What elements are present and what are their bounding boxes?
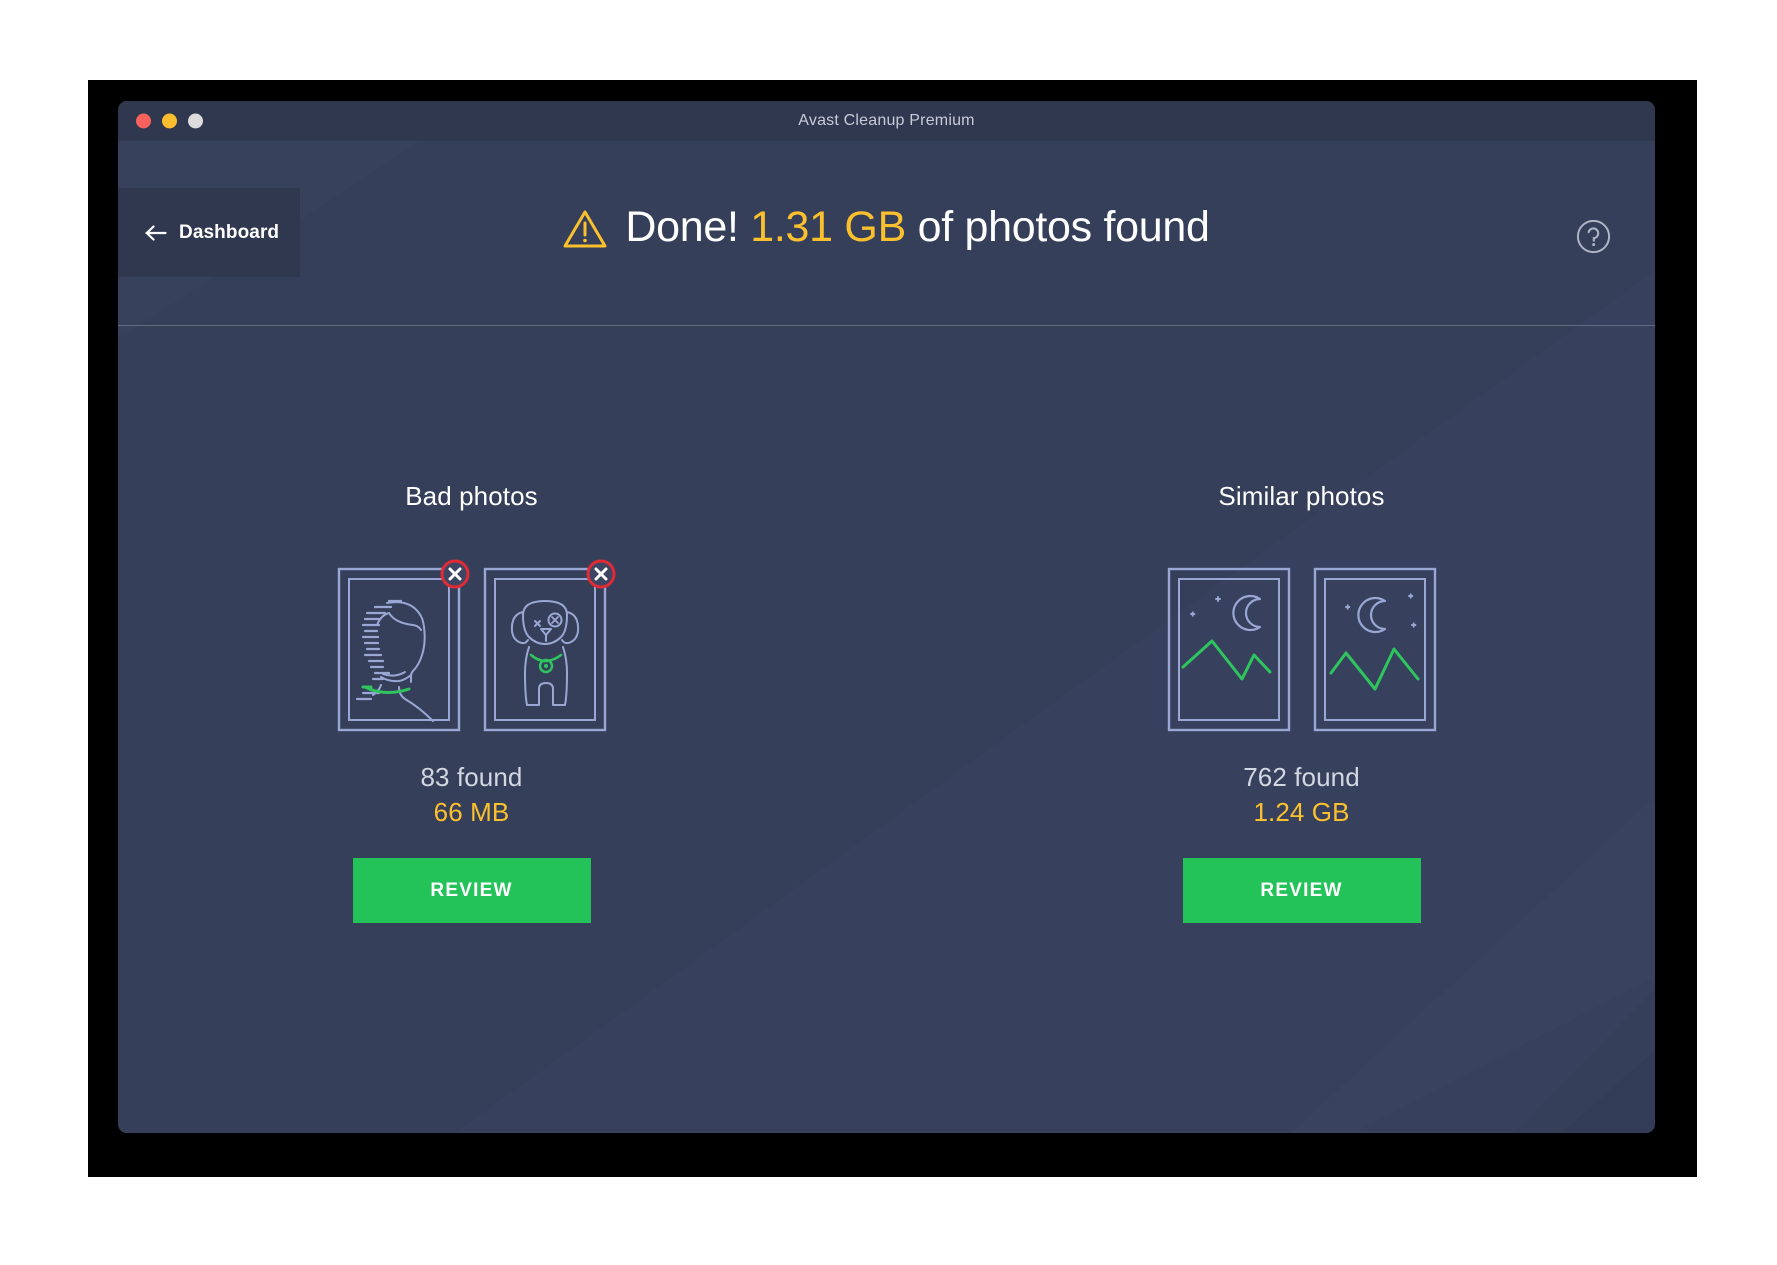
help-button[interactable]	[1576, 219, 1611, 254]
screenshot-root: Avast Cleanup Premium Dashboard Done! 1.…	[0, 0, 1777, 1265]
blurry-dog-photo-icon	[483, 567, 606, 732]
review-bad-photos-button[interactable]: REVIEW	[352, 858, 591, 923]
window-titlebar: Avast Cleanup Premium	[118, 101, 1655, 141]
zoom-window-button[interactable]	[188, 113, 203, 129]
app-window: Avast Cleanup Premium Dashboard Done! 1.…	[118, 101, 1655, 1133]
thumbnail-bad-dog[interactable]	[483, 559, 615, 732]
thumbnail-group	[1167, 567, 1437, 732]
window-title: Avast Cleanup Premium	[798, 112, 975, 129]
found-size: 66 MB	[433, 797, 510, 827]
minimize-window-button[interactable]	[162, 113, 177, 129]
remove-x-badge[interactable]	[440, 559, 470, 589]
app-header: Dashboard Done! 1.31 GB of photos found	[118, 141, 1655, 326]
arrow-left-icon	[145, 224, 167, 241]
page-title-prefix: Done!	[625, 203, 751, 251]
found-count: 83 found	[420, 762, 523, 792]
results-area: Bad photos 83 found 66 MB REVIEW Similar…	[118, 326, 1655, 923]
close-window-button[interactable]	[136, 113, 151, 129]
category-title: Similar photos	[1218, 481, 1385, 511]
page-title-text: Done! 1.31 GB of photos found	[625, 203, 1209, 252]
window-controls[interactable]	[136, 113, 203, 129]
page-title-suffix: of photos found	[905, 203, 1210, 251]
review-similar-photos-button[interactable]: REVIEW	[1182, 858, 1421, 923]
app-body: Dashboard Done! 1.31 GB of photos found	[118, 141, 1655, 1133]
found-size: 1.24 GB	[1253, 797, 1350, 827]
night-landscape-photo-icon	[1167, 567, 1290, 732]
thumbnail-group	[337, 559, 615, 732]
thumbnail-similar-landscape-1[interactable]	[1167, 567, 1291, 732]
page-title: Done! 1.31 GB of photos found	[118, 203, 1655, 252]
page-title-highlight: 1.31 GB	[750, 203, 906, 251]
blurry-portrait-photo-icon	[337, 567, 460, 732]
thumbnail-bad-portrait[interactable]	[337, 559, 469, 732]
category-bad-photos: Bad photos 83 found 66 MB REVIEW	[307, 481, 637, 923]
category-title: Bad photos	[405, 481, 538, 511]
remove-x-badge[interactable]	[586, 559, 616, 589]
warning-triangle-icon	[563, 210, 607, 248]
back-to-dashboard-button[interactable]: Dashboard	[118, 188, 300, 277]
night-landscape-photo-icon	[1313, 567, 1436, 732]
category-similar-photos: Similar photos 762 found 1.24 GB REVIEW	[1137, 481, 1467, 923]
back-to-dashboard-label: Dashboard	[179, 221, 280, 243]
found-count: 762 found	[1243, 762, 1360, 792]
thumbnail-similar-landscape-2[interactable]	[1313, 567, 1437, 732]
